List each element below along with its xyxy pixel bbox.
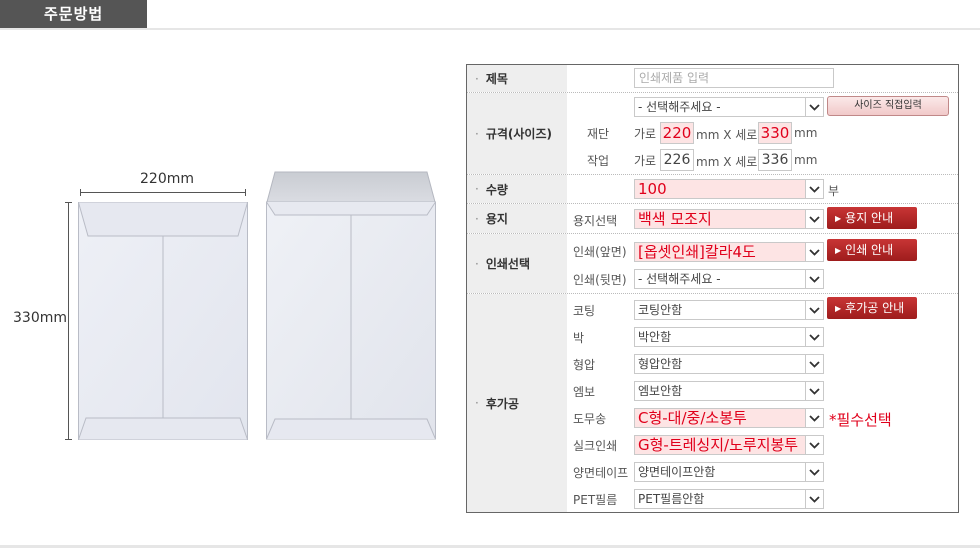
title-row-label: · 제목 [467,65,567,92]
print-row-label: · 인쇄선택 [467,234,567,293]
cut-height-input[interactable]: 330 [758,122,792,144]
title-row: · 제목 인쇄제품 입력 [467,65,958,93]
width-dimension-line [80,192,246,193]
chevron-down-icon [805,382,823,400]
cut-width-input[interactable]: 220 [660,122,694,144]
height-dimension-tick-bottom [65,439,72,440]
order-method-page: 주문방법 220mm 330mm · 제목 인쇄제품 입력 · 규격(사이즈) … [0,0,980,548]
height-dimension-line [68,202,69,440]
post-processing-row-label: · 후가공 [467,294,567,512]
print-guide-button[interactable]: ▶ 인쇄 안내 [827,239,917,261]
chevron-down-icon [805,436,823,454]
play-icon: ▶ [835,304,842,313]
order-form: · 제목 인쇄제품 입력 · 규격(사이즈) - 선택해주세요 - 사이즈 직접입력… [466,64,959,513]
width-dimension-tick-right [245,189,246,196]
pet-film-select[interactable]: PET필름안함 [634,489,824,509]
envelope-back-illustration [78,202,248,440]
paper-row: · 용지 용지선택 백색 모조지 ▶ 용지 안내 [467,204,958,234]
cut-width-label: 가로 [634,127,657,141]
play-icon: ▶ [835,214,842,223]
quantity-row-label: · 수량 [467,175,567,203]
size-row: · 규격(사이즈) - 선택해주세요 - 사이즈 직접입력 재단 가로 220 m… [467,93,958,175]
embossing-press-select[interactable]: 형압안함 [634,354,824,374]
paper-select[interactable]: 백색 모조지 [634,209,824,229]
chevron-down-icon [805,210,823,228]
work-width-label: 가로 [634,154,657,168]
post-item-label: 엠보 [573,385,596,399]
post-item-label: PET필름 [573,493,618,507]
chevron-down-icon [805,328,823,346]
chevron-down-icon [805,270,823,288]
cut-height-unit: mm [794,126,818,140]
post-item-label: 도무송 [573,412,607,426]
work-unit-label: mm X 세로 [696,155,758,169]
size-row-label: · 규격(사이즈) [467,93,567,174]
print-back-select[interactable]: - 선택해주세요 - [634,269,824,289]
width-dimension-label: 220mm [140,171,194,187]
work-height-unit: mm [794,153,818,167]
chevron-down-icon [805,180,823,198]
double-sided-tape-select[interactable]: 양면테이프안함 [634,462,824,482]
emboss-select[interactable]: 엠보안함 [634,381,824,401]
silk-print-select[interactable]: G형-트레싱지/노루지봉투 [634,435,824,455]
post-item-label: 형압 [573,358,596,372]
chevron-down-icon [805,490,823,508]
height-dimension-label: 330mm [13,310,67,326]
work-width-input[interactable]: 226 [660,149,694,171]
size-select[interactable]: - 선택해주세요 - [634,97,824,117]
chevron-down-icon [805,355,823,373]
print-row: · 인쇄선택 인쇄(앞면) [옵셋인쇄]칼라4도 ▶ 인쇄 안내 인쇄(뒷면) - … [467,234,958,294]
foil-select[interactable]: 박안함 [634,327,824,347]
quantity-unit: 부 [828,184,840,198]
chevron-down-icon [805,409,823,427]
order-method-tab[interactable]: 주문방법 [0,0,147,28]
paper-select-label: 용지선택 [573,214,618,228]
chevron-down-icon [805,301,823,319]
print-front-select[interactable]: [옵셋인쇄]칼라4도 [634,242,824,262]
height-dimension-tick-top [65,202,72,203]
coating-select[interactable]: 코팅안함 [634,300,824,320]
required-selection-note: *필수선택 [829,411,892,429]
post-item-label: 양면테이프 [573,466,629,480]
post-item-label: 실크인쇄 [573,439,618,453]
print-front-label: 인쇄(앞면) [573,245,627,259]
work-height-input[interactable]: 336 [758,149,792,171]
post-processing-guide-button[interactable]: ▶ 후가공 안내 [827,297,917,319]
chevron-down-icon [805,463,823,481]
size-direct-input-button[interactable]: 사이즈 직접입력 [827,96,949,116]
die-cut-select[interactable]: C형-대/중/소봉투 [634,408,824,428]
cut-unit-label: mm X 세로 [696,128,758,142]
chevron-down-icon [805,243,823,261]
play-icon: ▶ [835,246,842,255]
post-item-label: 박 [573,331,585,345]
quantity-select[interactable]: 100 [634,179,824,199]
paper-row-label: · 용지 [467,204,567,233]
width-dimension-tick-left [80,189,81,196]
chevron-down-icon [805,98,823,116]
cut-size-label: 재단 [587,127,610,141]
quantity-row: · 수량 100 부 [467,175,958,204]
print-back-label: 인쇄(뒷면) [573,273,627,287]
header-divider [0,28,980,30]
paper-guide-button[interactable]: ▶ 용지 안내 [827,207,917,229]
post-item-label: 코팅 [573,304,596,318]
work-size-label: 작업 [587,154,610,168]
post-processing-row: · 후가공 코팅 코팅안함 박 박안함 형압 형압안함 엠보 엠보안함 도무송 C… [467,294,958,512]
title-input[interactable]: 인쇄제품 입력 [634,68,834,88]
envelope-front-illustration [266,171,436,440]
